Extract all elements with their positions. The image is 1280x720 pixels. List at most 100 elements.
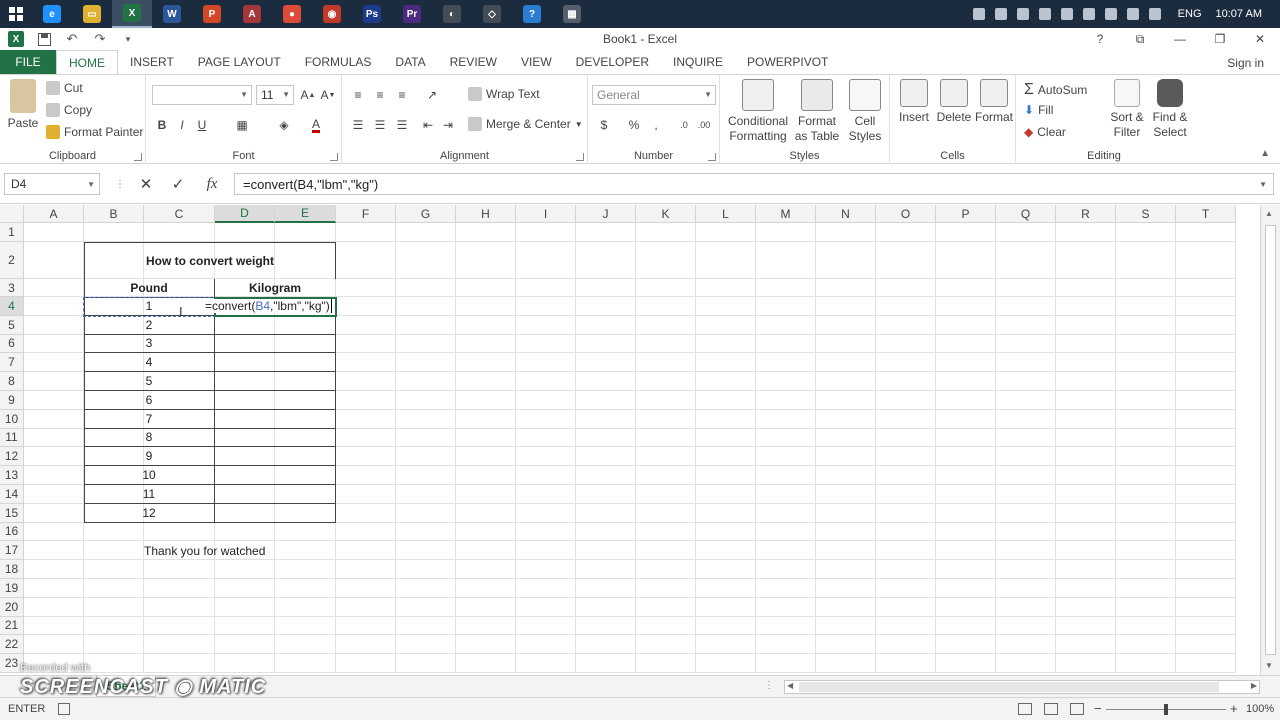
grid-cell[interactable] [636,522,696,542]
pound-value-cell[interactable]: 1 [84,297,215,316]
grid-cell[interactable] [996,334,1056,354]
grid-cell[interactable] [756,485,816,504]
grid-cell[interactable] [336,541,396,561]
bold-button[interactable]: B [152,115,172,135]
align-top-icon[interactable]: ≡ [348,85,368,105]
grid-cell[interactable] [1176,522,1236,542]
alignment-launcher-icon[interactable] [576,153,584,161]
font-size-combo[interactable]: 11 ▼ [256,85,294,105]
grid-cell[interactable] [1176,391,1236,410]
pound-value-cell[interactable]: 4 [84,353,215,373]
grid-cell[interactable] [24,522,84,542]
column-header[interactable]: T [1176,205,1236,223]
grid-cell[interactable] [516,334,576,354]
grid-cell[interactable] [636,654,696,673]
taskbar-app-button[interactable]: Ps [352,0,392,28]
taskbar-app-button[interactable]: A [232,0,272,28]
grid-cell[interactable] [1176,654,1236,673]
grid-cell[interactable] [456,279,516,297]
grid-cell[interactable] [996,616,1056,636]
grid-cell[interactable] [1116,616,1176,636]
grid-cell[interactable] [1056,522,1116,542]
grid-cell[interactable] [24,503,84,523]
grid-cell[interactable] [24,560,84,579]
grid-cell[interactable] [396,297,456,316]
grid-cell[interactable] [516,242,576,279]
row-header[interactable]: 6 [0,334,24,354]
grid-cell[interactable] [936,315,996,335]
grid-cell[interactable] [24,485,84,504]
grid-cell[interactable] [456,579,516,598]
taskbar-app-button[interactable]: ◐ [432,0,472,28]
grid-cell[interactable] [84,223,144,242]
format-as-table-button[interactable]: Format as Table [792,79,842,144]
grid-cell[interactable] [576,428,636,448]
grid-cell[interactable] [1176,334,1236,354]
grid-cell[interactable] [576,579,636,598]
grid-cell[interactable] [1116,372,1176,391]
pound-value-cell[interactable]: 3 [84,334,215,354]
grid-cell[interactable] [936,279,996,297]
row-header[interactable]: 3 [0,279,24,297]
grid-cell[interactable] [696,579,756,598]
row-header[interactable]: 13 [0,466,24,485]
grid-cell[interactable] [1176,485,1236,504]
tab-insert[interactable]: INSERT [118,50,186,74]
grid-cell[interactable] [576,616,636,636]
grid-cell[interactable] [1116,485,1176,504]
grid-cell[interactable] [456,447,516,467]
tray-icon-2[interactable] [994,8,1007,20]
grid-cell[interactable] [816,485,876,504]
grid-cell[interactable] [1176,223,1236,242]
grid-cell[interactable] [1056,297,1116,316]
column-header[interactable]: I [516,205,576,223]
wrap-text-button[interactable]: Wrap Text [468,87,540,101]
taskbar-app-button[interactable]: ▦ [552,0,592,28]
grid-cell[interactable] [396,353,456,373]
redo-icon[interactable]: ↷ [92,31,108,47]
grid-cell[interactable] [1116,223,1176,242]
grid-cell[interactable] [696,654,756,673]
pound-value-cell[interactable]: 12 [84,503,215,523]
column-header[interactable]: P [936,205,996,223]
grid-cell[interactable] [936,597,996,617]
conditional-formatting-button[interactable]: Conditional Formatting [726,79,790,144]
grid-cell[interactable] [336,597,396,617]
grid-cell[interactable] [936,391,996,410]
grid-cell[interactable] [1176,503,1236,523]
grid-cell[interactable] [215,522,275,542]
grid-cell[interactable] [275,635,336,655]
tab-page-layout[interactable]: PAGE LAYOUT [186,50,293,74]
grid-cell[interactable] [876,353,936,373]
grid-cell[interactable] [756,503,816,523]
grid-cell[interactable] [636,503,696,523]
grid-cell[interactable] [396,560,456,579]
grid-cell[interactable] [636,315,696,335]
grid-cell[interactable] [1056,579,1116,598]
grid-cell[interactable] [996,409,1056,429]
row-header[interactable]: 11 [0,428,24,448]
pound-value-cell[interactable]: 11 [84,485,215,504]
currency-button[interactable]: $ [594,115,614,135]
grid-cell[interactable] [876,391,936,410]
find-select-button[interactable]: Find & Select [1150,79,1190,140]
row-header[interactable]: 2 [0,242,24,279]
grid-cell[interactable] [456,541,516,561]
column-header[interactable]: H [456,205,516,223]
grid-cell[interactable] [215,597,275,617]
grid-cell[interactable] [84,522,144,542]
grid-cell[interactable] [996,560,1056,579]
grid-cell[interactable] [1056,560,1116,579]
kilogram-value-cell[interactable] [215,391,336,410]
paste-button[interactable]: Paste [6,79,40,131]
grid-cell[interactable] [636,541,696,561]
grid-cell[interactable] [936,579,996,598]
insert-function-button[interactable]: fx [200,173,224,195]
sheet-tab-sheet1[interactable]: Sheet1 [96,676,156,697]
grid-cell[interactable] [24,654,84,673]
grid-cell[interactable] [275,616,336,636]
grid-cell[interactable] [996,428,1056,448]
battery-icon[interactable] [1126,8,1139,20]
language-indicator[interactable]: ENG [1178,8,1202,20]
grid-cell[interactable] [576,541,636,561]
